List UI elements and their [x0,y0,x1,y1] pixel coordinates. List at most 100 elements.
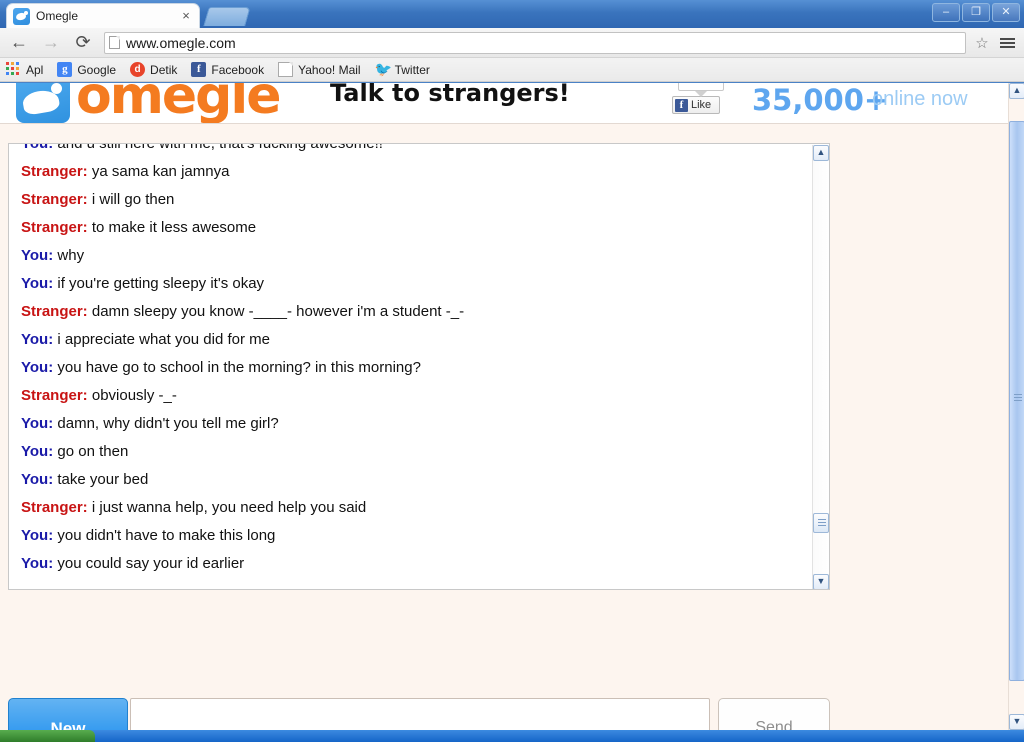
apps-grid-icon [6,62,21,77]
chat-message: You: why [21,242,799,270]
chat-text: and u still here with me, that's fucking… [57,143,383,152]
bookmark-label: Facebook [211,62,265,77]
chat-author: You: [21,359,54,376]
back-icon[interactable]: ← [6,30,32,56]
twitter-bird-icon: 🐦 [374,61,393,77]
scroll-up-icon[interactable]: ▲ [813,145,829,161]
page-icon [278,62,294,77]
bookmark-label: Apl [26,62,44,77]
chat-text: you have go to school in the morning? in… [57,359,421,376]
close-window-button[interactable]: ✕ [992,3,1020,22]
page-scrollbar[interactable]: ▲ ▼ [1008,83,1024,730]
chat-message: You: and u still here with me, that's fu… [21,143,799,158]
send-button[interactable]: Send Enter [718,698,830,730]
chat-text: to make it less awesome [91,219,257,236]
online-label: online now [872,88,968,110]
bookmarks-bar: Apl g Google d Detik f Facebook Yahoo! M… [0,58,1024,82]
chat-text: if you're getting sleepy it's okay [57,275,265,292]
page-title: Talk to strangers! [330,83,570,107]
chat-message: Stranger: damn sleepy you know -____- ho… [21,298,799,326]
chat-message: Stranger: i will go then [21,186,799,214]
start-button[interactable] [0,730,95,742]
facebook-like-widget[interactable]: f Like [672,83,724,114]
omegle-wordmark: omegle [76,83,281,124]
bookmark-yahoo-mail[interactable]: Yahoo! Mail [278,62,361,77]
new-chat-label: New [50,718,86,731]
tab-title: Omegle [36,9,79,23]
chat-message: You: i appreciate what you did for me [21,326,799,354]
omegle-header: omegle Talk to strangers! f Like 35,000+… [0,83,1008,124]
chat-author: You: [21,247,54,264]
chat-scrollbar-thumb[interactable] [813,513,829,533]
bookmark-facebook[interactable]: f Facebook [191,62,264,77]
online-count: 35,000+ [752,83,889,117]
new-tab-button[interactable] [203,7,251,26]
like-count-bubble [678,83,724,97]
scroll-up-icon[interactable]: ▲ [1009,83,1024,99]
chat-author: You: [21,275,54,292]
message-input[interactable] [130,698,710,730]
chat-author: Stranger: [21,499,88,516]
omegle-spy-icon [16,83,70,123]
facebook-icon: f [191,62,207,77]
page-scrollbar-thumb[interactable] [1009,121,1024,681]
chat-author: Stranger: [21,387,88,404]
chat-text: i appreciate what you did for me [57,331,271,348]
chat-author: Stranger: [21,163,88,180]
hamburger-menu-icon[interactable] [994,30,1020,56]
detik-icon: d [130,62,146,77]
omegle-logo[interactable]: omegle [16,83,281,124]
new-chat-button[interactable]: New Esc [8,698,128,730]
chat-text: damn sleepy you know -____- however i'm … [91,303,465,320]
chat-author: Stranger: [21,219,88,236]
chat-message-list: You: and u still here with me, that's fu… [9,143,809,578]
chat-author: Stranger: [21,303,88,320]
chat-message: Stranger: to make it less awesome [21,214,799,242]
chat-message: Stranger: ya sama kan jamnya [21,158,799,186]
chat-controls: New Esc Send Enter [8,698,838,730]
chat-message: You: damn, why didn't you tell me girl? [21,410,799,438]
page-viewport: omegle Talk to strangers! f Like 35,000+… [0,83,1024,730]
send-label: Send [755,718,793,731]
chat-log[interactable]: You: and u still here with me, that's fu… [8,143,830,590]
bookmark-label: Google [77,62,117,77]
chat-author: You: [21,415,54,432]
browser-window: Omegle × – ❐ ✕ ← → ⟳ www.omegle.com ☆ Ap… [0,0,1024,730]
bookmark-label: Yahoo! Mail [298,62,361,77]
chat-message: You: you didn't have to make this long [21,522,799,550]
minimize-button[interactable]: – [932,3,960,22]
chat-message: You: go on then [21,438,799,466]
chat-text: ya sama kan jamnya [91,163,230,180]
facebook-icon: f [675,98,688,112]
chat-text: why [57,247,85,264]
bookmark-google[interactable]: g Google [57,62,116,77]
page-icon [109,36,120,49]
window-controls: – ❐ ✕ [932,3,1020,22]
chat-message: Stranger: obviously -_- [21,382,799,410]
bookmark-detik[interactable]: d Detik [130,62,177,77]
bookmark-apl[interactable]: Apl [6,62,43,77]
chat-author: You: [21,555,54,572]
reload-icon[interactable]: ⟳ [70,30,96,56]
restore-button[interactable]: ❐ [962,3,990,22]
chat-author: You: [21,143,54,152]
close-icon[interactable]: × [179,9,193,23]
scroll-down-icon[interactable]: ▼ [813,574,829,589]
chat-message: Stranger: i just wanna help, you need he… [21,494,799,522]
omegle-favicon-icon [13,7,30,25]
facebook-like-button[interactable]: f Like [672,96,720,114]
chat-message: You: you could say your id earlier [21,550,799,578]
address-bar[interactable]: www.omegle.com [104,31,966,54]
chat-message: You: if you're getting sleepy it's okay [21,270,799,298]
chat-scrollbar[interactable]: ▲ ▼ [812,145,829,589]
forward-icon[interactable]: → [38,30,64,56]
browser-toolbar: ← → ⟳ www.omegle.com ☆ [0,28,1024,58]
scroll-down-icon[interactable]: ▼ [1009,714,1024,730]
chat-author: You: [21,471,54,488]
chat-message: You: take your bed [21,466,799,494]
bookmark-star-icon[interactable]: ☆ [970,30,994,56]
chat-author: You: [21,443,54,460]
chat-text: damn, why didn't you tell me girl? [57,415,279,432]
bookmark-twitter[interactable]: 🐦 Twitter [375,62,430,77]
tab-omegle[interactable]: Omegle × [6,3,200,28]
